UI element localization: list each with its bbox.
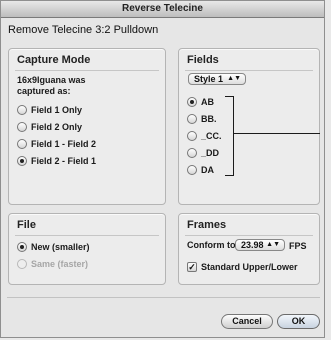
- radio-button-selected-icon[interactable]: [17, 156, 27, 166]
- radio-field-bb[interactable]: BB.: [187, 114, 217, 124]
- radio-button-icon[interactable]: [187, 148, 197, 158]
- radio-label: Field 2 Only: [31, 122, 83, 132]
- radio-label-disabled: Same (faster): [31, 259, 89, 269]
- radio-label: Field 1 Only: [31, 105, 83, 115]
- conform-value: 23.98: [241, 240, 264, 250]
- conform-label: Conform to:: [187, 240, 239, 250]
- radio-label: DA: [201, 165, 214, 175]
- capture-mode-panel: Capture Mode 16x9Iguana was captured as:…: [8, 48, 166, 205]
- panel-divider: [15, 70, 159, 71]
- cancel-button[interactable]: Cancel: [221, 314, 273, 329]
- radio-button-icon[interactable]: [187, 131, 197, 141]
- capture-description: 16x9Iguana was captured as:: [17, 75, 86, 96]
- panel-divider: [185, 235, 313, 236]
- file-title: File: [17, 219, 36, 231]
- radio-label: AB: [201, 97, 214, 107]
- radio-button-selected-icon[interactable]: [17, 242, 27, 252]
- radio-button-icon[interactable]: [17, 105, 27, 115]
- radio-button-icon[interactable]: [17, 139, 27, 149]
- radio-button-selected-icon[interactable]: [187, 97, 197, 107]
- radio-new-smaller[interactable]: New (smaller): [17, 242, 90, 252]
- radio-field-cc[interactable]: _CC.: [187, 131, 222, 141]
- radio-label: Field 1 - Field 2: [31, 139, 97, 149]
- checkbox-label: Standard Upper/Lower: [201, 262, 298, 272]
- conform-popup[interactable]: 23.98 ▲▼: [235, 239, 285, 251]
- radio-field-da[interactable]: DA: [187, 165, 214, 175]
- dialog-subtitle: Remove Telecine 3:2 Pulldown: [8, 24, 159, 36]
- standard-upper-lower-checkbox[interactable]: ✓ Standard Upper/Lower: [187, 262, 298, 272]
- style-popup[interactable]: Style 1 ▲▼: [188, 73, 246, 85]
- reverse-telecine-dialog: Reverse Telecine Remove Telecine 3:2 Pul…: [0, 0, 325, 338]
- cadence-bracket: [225, 96, 234, 176]
- radio-label: New (smaller): [31, 242, 90, 252]
- checkmark-icon[interactable]: ✓: [187, 262, 197, 272]
- radio-button-disabled-icon: [17, 259, 27, 269]
- callout-line: [234, 133, 320, 134]
- radio-field-ab[interactable]: AB: [187, 97, 214, 107]
- fps-label: FPS: [289, 241, 307, 251]
- radio-field-2-field-1[interactable]: Field 2 - Field 1: [17, 156, 96, 166]
- radio-button-icon[interactable]: [187, 114, 197, 124]
- frames-title: Frames: [187, 219, 227, 231]
- capture-mode-title: Capture Mode: [17, 54, 91, 66]
- radio-label: BB.: [201, 114, 217, 124]
- window-title: Reverse Telecine: [1, 1, 324, 18]
- radio-button-icon[interactable]: [17, 122, 27, 132]
- fps-label-wrap: FPS: [289, 241, 307, 251]
- radio-field-1-field-2[interactable]: Field 1 - Field 2: [17, 139, 96, 149]
- panel-divider: [15, 235, 159, 236]
- radio-button-icon[interactable]: [187, 165, 197, 175]
- radio-field-1-only[interactable]: Field 1 Only: [17, 105, 82, 115]
- updown-arrows-icon: ▲▼: [266, 241, 280, 248]
- radio-field-dd[interactable]: _DD: [187, 148, 219, 158]
- ok-button[interactable]: OK: [277, 314, 320, 329]
- fields-panel: Fields Style 1 ▲▼ AB BB. _CC. _DD DA: [178, 48, 320, 205]
- radio-label: _CC.: [201, 131, 222, 141]
- radio-field-2-only[interactable]: Field 2 Only: [17, 122, 82, 132]
- updown-arrows-icon: ▲▼: [227, 75, 241, 82]
- frames-panel: Frames Conform to: 23.98 ▲▼ FPS ✓ Standa…: [178, 213, 320, 285]
- button-separator: [7, 297, 320, 298]
- style-popup-value: Style 1: [194, 74, 224, 84]
- radio-same-faster: Same (faster): [17, 259, 88, 269]
- fields-title: Fields: [187, 54, 219, 66]
- radio-label: Field 2 - Field 1: [31, 156, 97, 166]
- conform-row: Conform to:: [187, 240, 239, 250]
- panel-divider: [185, 70, 313, 71]
- radio-label: _DD: [201, 148, 220, 158]
- file-panel: File New (smaller) Same (faster): [8, 213, 166, 285]
